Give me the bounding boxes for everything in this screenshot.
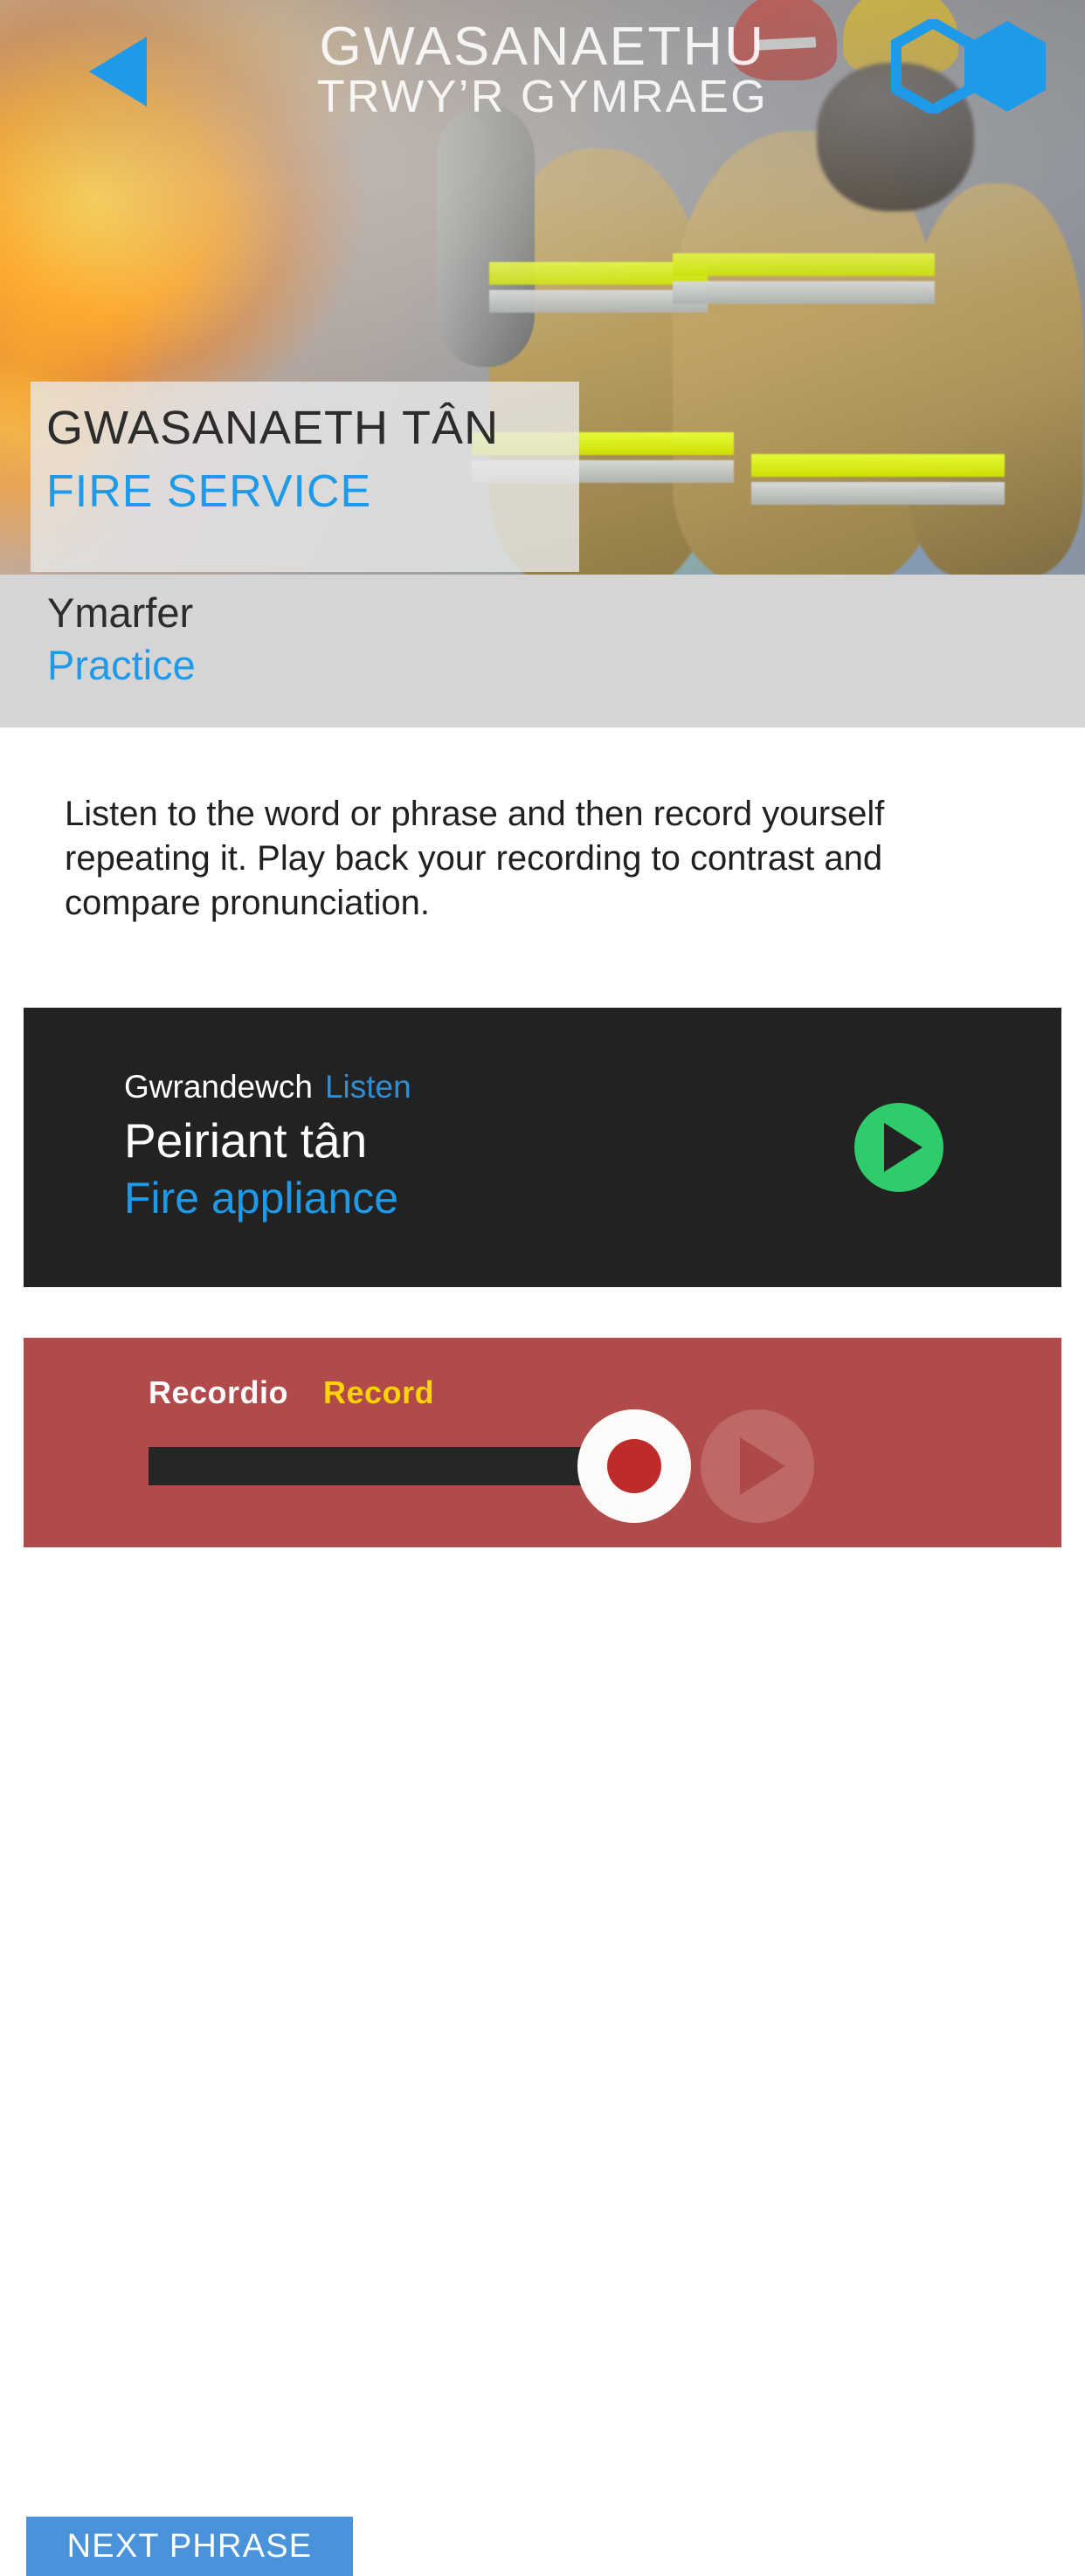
listen-panel: Gwrandewch Listen Peiriant tân Fire appli… — [24, 1007, 1061, 1287]
subtitle-cy: Ymarfer — [47, 589, 194, 636]
back-arrow-icon — [89, 37, 147, 107]
listen-label-row: Gwrandewch Listen — [124, 1068, 411, 1106]
record-button[interactable] — [577, 1409, 691, 1523]
recording-progress-bar[interactable] — [149, 1446, 622, 1485]
section-title-cy: GWASANAETH TÂN — [46, 402, 500, 454]
listen-text-group: Gwrandewch Listen Peiriant tân Fire appli… — [124, 1068, 411, 1226]
record-label-en: Record — [323, 1374, 435, 1410]
listen-word-cy: Peiriant tân — [124, 1112, 368, 1167]
record-icon — [607, 1438, 661, 1493]
playback-recording-button[interactable] — [701, 1409, 814, 1523]
play-audio-button[interactable] — [854, 1102, 943, 1192]
subtitle-band: Ymarfer Practice — [0, 575, 1085, 727]
record-label-cy: Recordio — [149, 1374, 289, 1410]
listen-label-en: Listen — [324, 1069, 411, 1105]
hero-banner: GWASANAETHU TRWY’R GYMRAEG GWASANAETH TÂ… — [0, 0, 1085, 575]
next-phrase-button[interactable]: NEXT PHRASE — [26, 2517, 353, 2576]
record-label-row: Recordio Record — [149, 1374, 434, 1411]
back-button[interactable] — [61, 28, 175, 115]
hexagon-logo-icon — [891, 19, 1066, 121]
section-title-plate: GWASANAETH TÂN FIRE SERVICE — [31, 382, 579, 572]
record-panel: Recordio Record — [24, 1337, 1061, 1547]
listen-word-en: Fire appliance — [124, 1173, 399, 1223]
listen-label-cy: Gwrandewch — [124, 1069, 313, 1105]
hexagon-solid-icon — [965, 19, 1049, 114]
main-content: Listen to the word or phrase and then re… — [0, 792, 1085, 2576]
play-icon — [884, 1122, 923, 1172]
instructions-text: Listen to the word or phrase and then re… — [65, 795, 885, 923]
section-title-en: FIRE SERVICE — [46, 465, 372, 517]
subtitle-en: Practice — [47, 642, 196, 689]
hexagon-outline-icon — [891, 19, 975, 114]
play-icon — [740, 1436, 785, 1495]
